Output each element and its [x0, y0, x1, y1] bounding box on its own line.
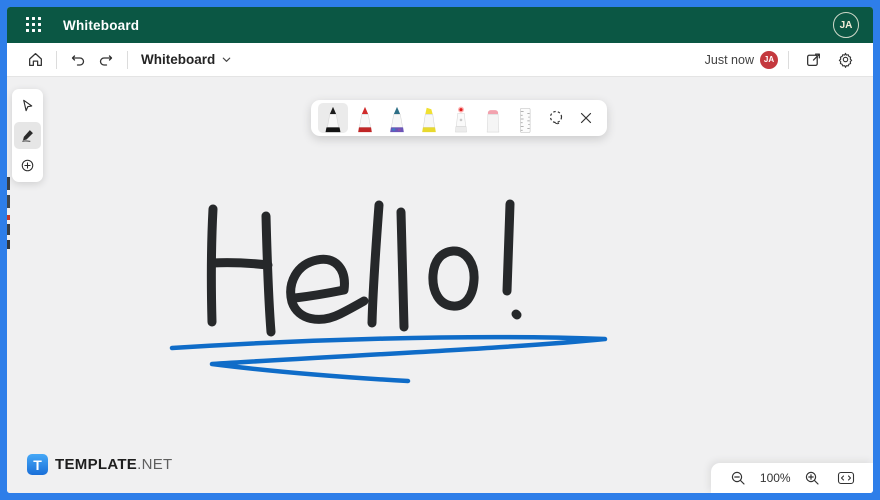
zoom-out-icon: [732, 471, 746, 485]
ink-drawing-hello: [169, 199, 608, 384]
add-icon: [21, 159, 34, 172]
saved-by-badge: JA: [760, 50, 778, 69]
undo-icon: [71, 54, 85, 66]
tool-rail: [12, 89, 43, 182]
close-icon: [580, 112, 592, 124]
template-logo: T: [27, 454, 48, 475]
share-icon: [806, 53, 820, 66]
app-title: Whiteboard: [63, 17, 140, 33]
chevron-down-icon: [222, 57, 231, 62]
pen-icon: [22, 130, 33, 142]
galaxy-pen-tool[interactable]: [382, 103, 412, 133]
redo-button[interactable]: [92, 47, 120, 73]
fit-to-screen-icon: [837, 471, 854, 485]
yellow-highlighter-icon: [422, 107, 436, 133]
divider: [127, 50, 128, 69]
zoom-level[interactable]: 100%: [760, 471, 791, 485]
select-tool-button[interactable]: [14, 92, 41, 119]
settings-gear-icon: [838, 52, 852, 68]
eraser-icon: [486, 110, 500, 133]
brand-name-light: .NET: [137, 456, 173, 473]
account-avatar[interactable]: JA: [833, 12, 859, 38]
ink-tool-button[interactable]: [14, 122, 41, 149]
highlighter-tool[interactable]: [414, 103, 444, 133]
add-tool-button[interactable]: [14, 152, 41, 179]
home-icon: [28, 53, 42, 66]
app-launcher-icon[interactable]: [21, 12, 47, 38]
laser-pointer-icon: [455, 106, 467, 133]
zoom-in-button[interactable]: [800, 466, 824, 490]
galaxy-pen-icon: [390, 106, 404, 133]
divider: [56, 50, 57, 69]
ruler-icon: [520, 107, 531, 133]
ruler-tool[interactable]: [510, 103, 540, 133]
eraser-tool[interactable]: [478, 103, 508, 133]
black-pen-tool[interactable]: [318, 103, 348, 133]
home-button[interactable]: [21, 47, 49, 73]
laser-pointer-tool[interactable]: [446, 103, 476, 133]
divider: [788, 50, 789, 69]
red-pen-icon: [358, 106, 372, 133]
menubar: Whiteboard Just now JA: [7, 43, 873, 77]
settings-button[interactable]: [831, 47, 859, 73]
redo-icon: [99, 54, 113, 66]
fit-to-screen-button[interactable]: [834, 466, 858, 490]
cursor-arrow-icon: [23, 99, 33, 112]
share-button[interactable]: [799, 47, 827, 73]
zoom-panel: 100%: [711, 463, 873, 493]
last-saved-status: Just now: [704, 52, 754, 67]
template-net-brand: T TEMPLATE.NET: [27, 454, 173, 475]
black-pen-icon: [325, 106, 341, 133]
lasso-select-icon: [549, 110, 563, 125]
zoom-out-button[interactable]: [726, 466, 750, 490]
lasso-select-button[interactable]: [542, 103, 570, 133]
undo-button[interactable]: [64, 47, 92, 73]
whiteboard-canvas[interactable]: T TEMPLATE.NET 100%: [7, 77, 873, 493]
board-title-menu[interactable]: Whiteboard: [141, 52, 232, 67]
pen-toolbar: [311, 100, 607, 136]
red-pen-tool[interactable]: [350, 103, 380, 133]
brand-name-bold: TEMPLATE: [55, 456, 138, 473]
board-title: Whiteboard: [141, 52, 216, 67]
whiteboard-window: Whiteboard JA Whiteboard Just now JA T T…: [7, 7, 873, 493]
close-pen-toolbar-button[interactable]: [572, 103, 600, 133]
zoom-in-icon: [805, 471, 819, 485]
app-header: Whiteboard JA: [7, 7, 873, 43]
